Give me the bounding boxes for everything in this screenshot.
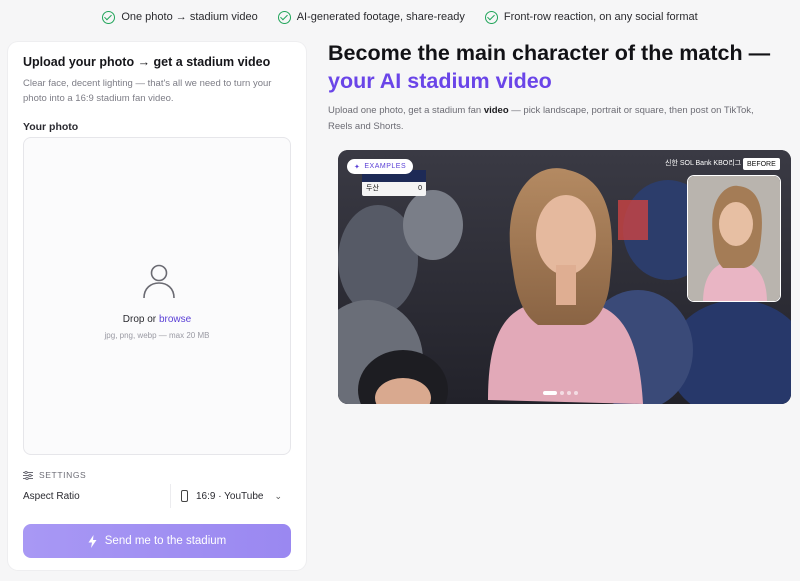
carousel-dots [543, 391, 578, 395]
scoreboard-row: 두산 0 [362, 182, 426, 194]
scoreboard-score: 0 [418, 184, 422, 192]
drop-prefix: Drop or [122, 314, 157, 325]
example-video-preview[interactable]: 두산 0 ✦ EXAMPLES 신한 SOL Bank KBO리그 BEFORE [338, 150, 791, 404]
drop-text: Drop or browse [24, 314, 290, 325]
aspect-ratio-select[interactable]: 16:9 · YouTube ⌄ [170, 484, 288, 508]
before-badge: BEFORE [743, 158, 780, 170]
carousel-dot-active[interactable] [543, 391, 557, 395]
settings-label: SETTINGS [39, 470, 87, 480]
aspect-ratio-label: Aspect Ratio [23, 491, 80, 502]
check-circle-icon [277, 10, 291, 24]
send-to-stadium-button[interactable]: Send me to the stadium [23, 524, 291, 558]
hero-title: Become the main character of the match —… [328, 39, 798, 95]
photo-label: Your photo [23, 121, 79, 133]
check-circle-icon [484, 10, 498, 24]
before-portrait-image [688, 176, 780, 301]
before-photo [687, 175, 781, 302]
panel-description: Clear face, decent lighting — that's all… [23, 78, 272, 104]
carousel-dot[interactable] [574, 391, 578, 395]
check-circle-icon [102, 10, 116, 24]
feature-bar: One photo → stadium video AI-generated f… [0, 0, 800, 34]
browse-link[interactable]: browse [159, 314, 191, 325]
sliders-icon [23, 470, 33, 480]
hero-title-main: Become the main character of the match — [328, 41, 771, 65]
settings-header: SETTINGS [23, 470, 86, 480]
feature-item: Front-row reaction, on any social format [484, 10, 698, 24]
hero-subtitle-prefix: Upload one photo, get a stadium fan [328, 105, 482, 116]
sparkle-icon: ✦ [354, 163, 361, 171]
panel-title: Upload your photo → get a stadium video [23, 55, 271, 69]
feature-item: AI-generated footage, share-ready [277, 10, 465, 24]
photo-dropzone[interactable]: Drop or browse jpg, png, webp — max 20 M… [23, 137, 291, 455]
scoreboard-team: 두산 [366, 185, 379, 192]
upload-panel: Upload your photo → get a stadium video … [8, 42, 306, 570]
feature-label: Front-row reaction, on any social format [503, 11, 698, 23]
carousel-dot[interactable] [560, 391, 564, 395]
hero-title-accent: your AI stadium video [328, 69, 552, 93]
feature-item: One photo → stadium video [102, 10, 258, 24]
examples-label: EXAMPLES [364, 163, 407, 170]
carousel-dot[interactable] [567, 391, 571, 395]
chevron-down-icon: ⌄ [274, 490, 282, 501]
cta-label: Send me to the stadium [104, 535, 227, 547]
examples-badge: ✦ EXAMPLES [347, 159, 414, 174]
user-avatar-icon [143, 264, 175, 299]
feature-label: AI-generated footage, share-ready [296, 11, 465, 23]
broadcast-logo-text: 신한 SOL Bank KBO리그 [665, 160, 742, 167]
feature-label: One photo → stadium video [121, 11, 258, 23]
hero-subtitle-bold: video [483, 105, 509, 116]
lightning-icon [88, 534, 97, 548]
phone-icon [181, 490, 188, 502]
aspect-ratio-value: 16:9 · YouTube [196, 490, 264, 502]
file-hint: jpg, png, webp — max 20 MB [104, 331, 210, 340]
hero-subtitle: Upload one photo, get a stadium fan vide… [328, 103, 768, 135]
